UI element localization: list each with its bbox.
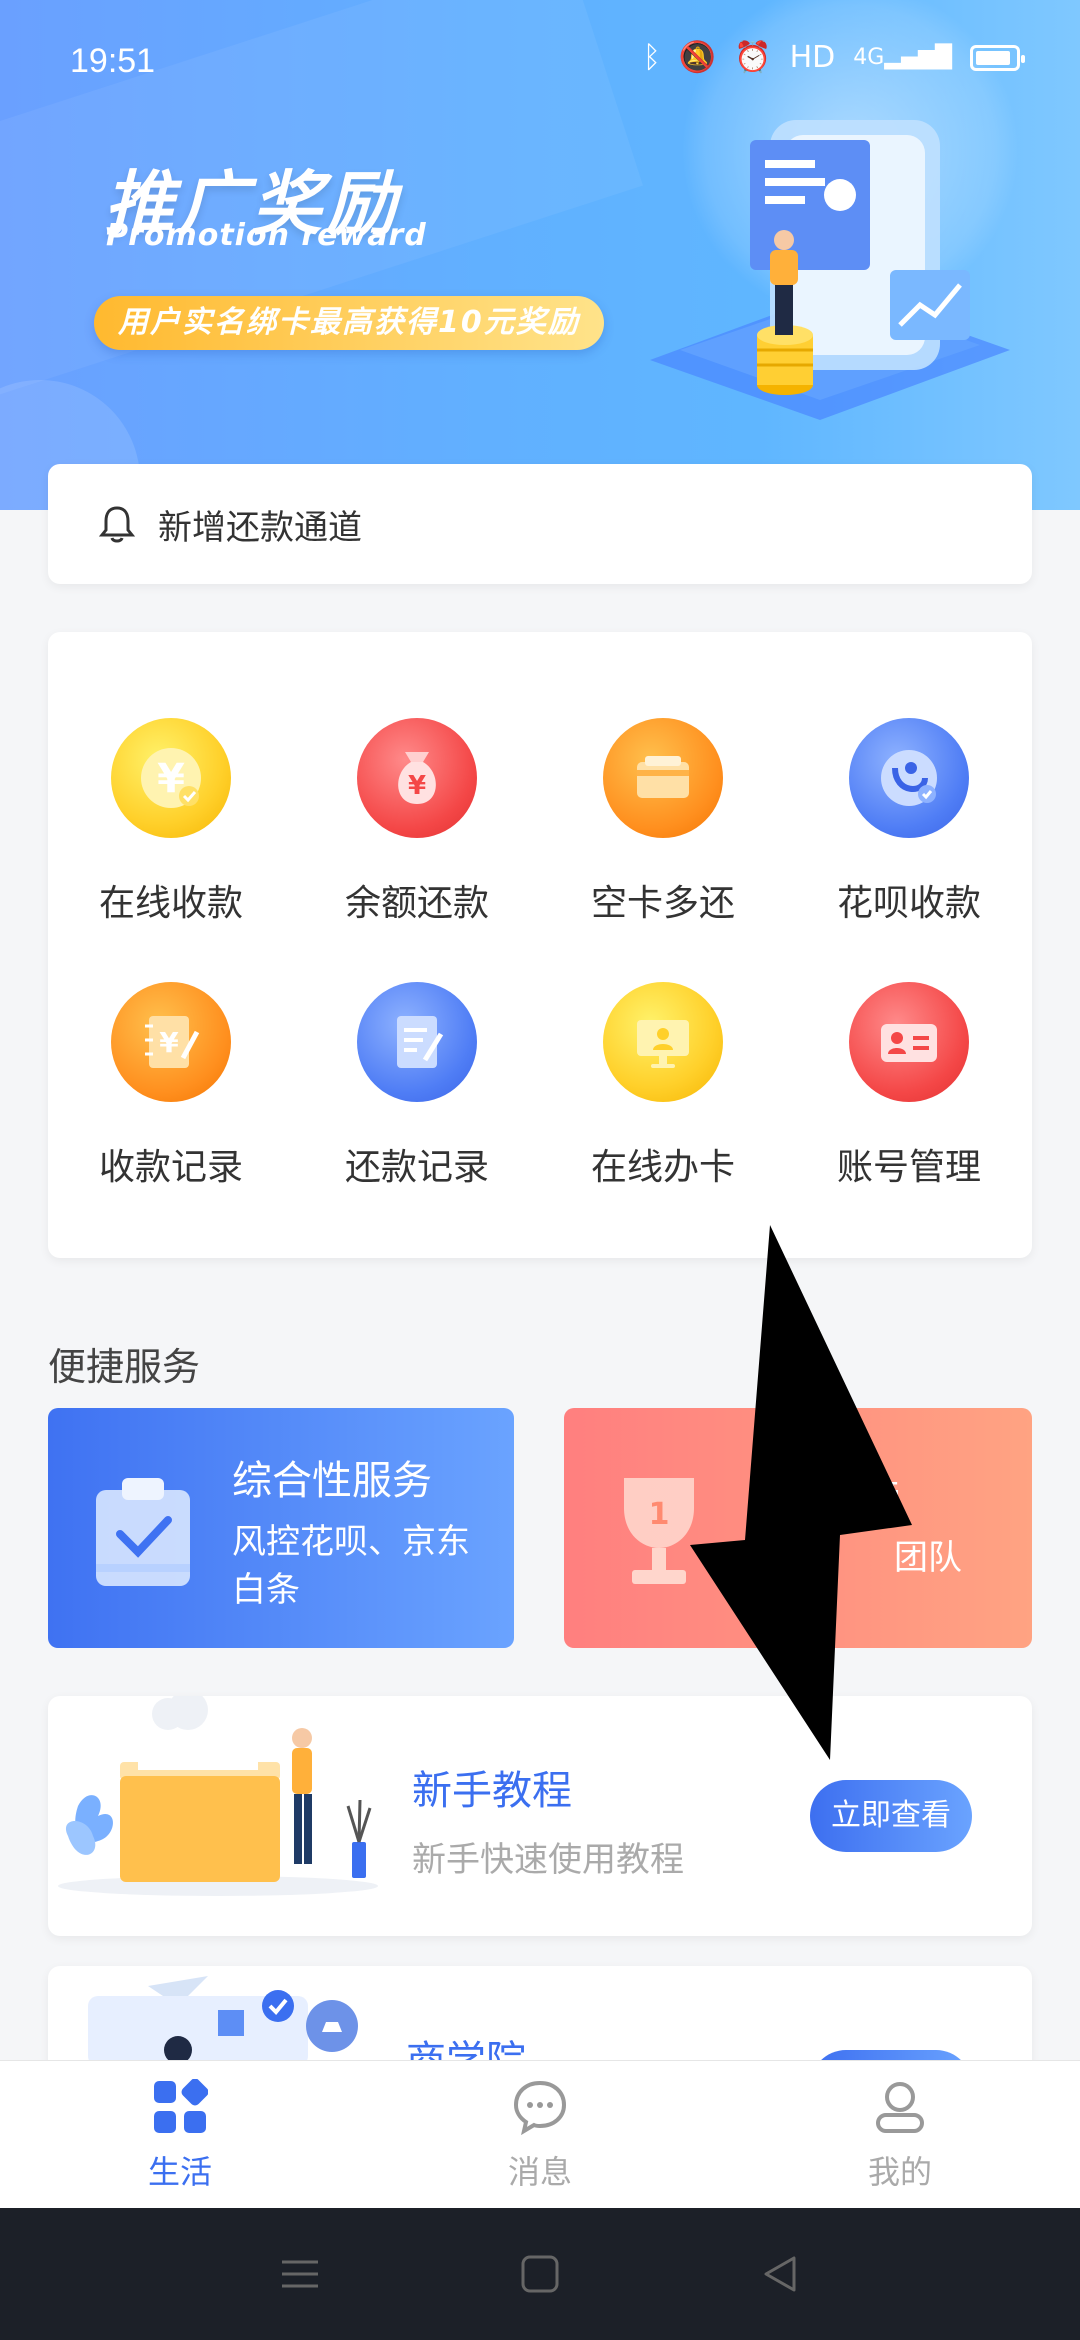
notice-text: 新增还款通道 xyxy=(158,507,362,548)
tutorial-title: 新手教程 xyxy=(412,1768,572,1814)
service-ranking[interactable]: 1 光榜 团队 xyxy=(564,1408,1032,1648)
bottom-tab-bar: 生活 消息 我的 xyxy=(0,2060,1080,2208)
tab-life[interactable]: 生活 xyxy=(0,2061,360,2208)
function-grid: ¥ 在线收款 ¥ 余额还款 空卡多还 花呗收款 ¥ 收款记录 还款记录 在线办卡… xyxy=(48,632,1032,1258)
grid-label: 余额还款 xyxy=(344,883,489,924)
document-edit-icon xyxy=(357,982,477,1102)
view-now-button[interactable]: 立即查看 xyxy=(810,1780,972,1852)
grid-label: 在线办卡 xyxy=(590,1147,735,1188)
bell-icon xyxy=(98,506,136,543)
svg-text:1: 1 xyxy=(649,1497,670,1532)
chat-icon xyxy=(513,2080,567,2136)
service-desc: 风控花呗、京东白条 xyxy=(232,1522,470,1610)
tab-messages[interactable]: 消息 xyxy=(360,2061,720,2208)
yen-notebook-icon: ¥ xyxy=(111,982,231,1102)
tab-label: 生活 xyxy=(147,2153,212,2191)
back-icon[interactable] xyxy=(760,2254,800,2294)
menu-icon[interactable] xyxy=(280,2256,320,2292)
flower-pay-icon xyxy=(849,718,969,838)
promo-pill: 用户实名绑卡最高获得10元奖励 xyxy=(94,296,604,350)
system-nav-bar xyxy=(0,2208,1080,2340)
signal-icon: 4G▂▄▆█ xyxy=(853,45,952,70)
alarm-icon: ⏰ xyxy=(734,40,772,75)
hd-icon: HD xyxy=(789,40,836,75)
tutorial-illustration xyxy=(58,1696,378,1896)
title-fragment-2: 榜 xyxy=(860,1476,900,1522)
grid-label: 在线收款 xyxy=(98,883,243,924)
grid-label: 还款记录 xyxy=(344,1147,489,1188)
section-title: 便捷服务 xyxy=(48,1345,201,1389)
status-time: 19:51 xyxy=(70,42,156,80)
service-title: 综合性服务 xyxy=(232,1458,432,1504)
grid-item-collect-records[interactable]: ¥ 收款记录 xyxy=(48,982,294,1190)
wallet-icon xyxy=(603,718,723,838)
status-icons: ᛒ 🔕 ⏰ HD 4G▂▄▆█ xyxy=(642,40,1025,75)
title-fragment-1: 光 xyxy=(750,1476,790,1522)
tutorial-card[interactable]: 新手教程 新手快速使用教程 立即查看 xyxy=(48,1696,1032,1936)
user-icon xyxy=(876,2082,924,2133)
monitor-user-icon xyxy=(603,982,723,1102)
business-illustration xyxy=(88,1976,358,2066)
promo-subtitle: Promotion reward xyxy=(106,218,427,253)
grid-label: 花呗收款 xyxy=(836,883,981,924)
banner-illustration xyxy=(650,120,1010,420)
status-bar: 19:51 ᛒ 🔕 ⏰ HD 4G▂▄▆█ xyxy=(0,0,1080,96)
tab-label: 我的 xyxy=(867,2153,932,2191)
money-bag-icon: ¥ xyxy=(357,718,477,838)
battery-icon xyxy=(970,44,1025,71)
grid-label: 空卡多还 xyxy=(590,883,735,924)
tab-mine[interactable]: 我的 xyxy=(720,2061,1080,2208)
grid-item-account-manage[interactable]: 账号管理 xyxy=(786,982,1032,1190)
mute-icon: 🔕 xyxy=(678,40,717,75)
service-title-fragment: 光榜 xyxy=(750,1466,900,1524)
grid-item-online-collect[interactable]: ¥ 在线收款 xyxy=(48,718,294,926)
svg-text:¥: ¥ xyxy=(159,1026,179,1059)
clipboard-check-icon xyxy=(96,1478,190,1586)
grid-item-empty-card-repay[interactable]: 空卡多还 xyxy=(540,718,786,926)
yen-check-icon: ¥ xyxy=(111,718,231,838)
promo-banner[interactable]: 推广奖励 Promotion reward 用户实名绑卡最高获得10元奖励 19… xyxy=(0,0,1080,510)
service-desc-fragment: 团队 xyxy=(894,1538,962,1578)
network-label: 4G xyxy=(853,45,885,70)
grid-item-online-card-apply[interactable]: 在线办卡 xyxy=(540,982,786,1190)
home-icon[interactable] xyxy=(520,2254,560,2294)
grid-item-huabei-collect[interactable]: 花呗收款 xyxy=(786,718,1032,926)
grid-label: 账号管理 xyxy=(836,1147,981,1188)
grid-label: 收款记录 xyxy=(98,1147,243,1188)
grid-item-repay-records[interactable]: 还款记录 xyxy=(294,982,540,1190)
id-card-icon xyxy=(849,982,969,1102)
tutorial-desc: 新手快速使用教程 xyxy=(412,1840,684,1880)
notice-bar[interactable]: 新增还款通道 xyxy=(48,464,1032,584)
tab-label: 消息 xyxy=(507,2153,572,2191)
service-comprehensive[interactable]: 综合性服务 风控花呗、京东白条 xyxy=(48,1408,514,1648)
trophy-icon: 1 xyxy=(624,1478,694,1584)
svg-text:¥: ¥ xyxy=(408,771,426,801)
grid-item-balance-repay[interactable]: ¥ 余额还款 xyxy=(294,718,540,926)
bluetooth-icon: ᛒ xyxy=(642,40,661,75)
grid-icon xyxy=(154,2078,209,2133)
